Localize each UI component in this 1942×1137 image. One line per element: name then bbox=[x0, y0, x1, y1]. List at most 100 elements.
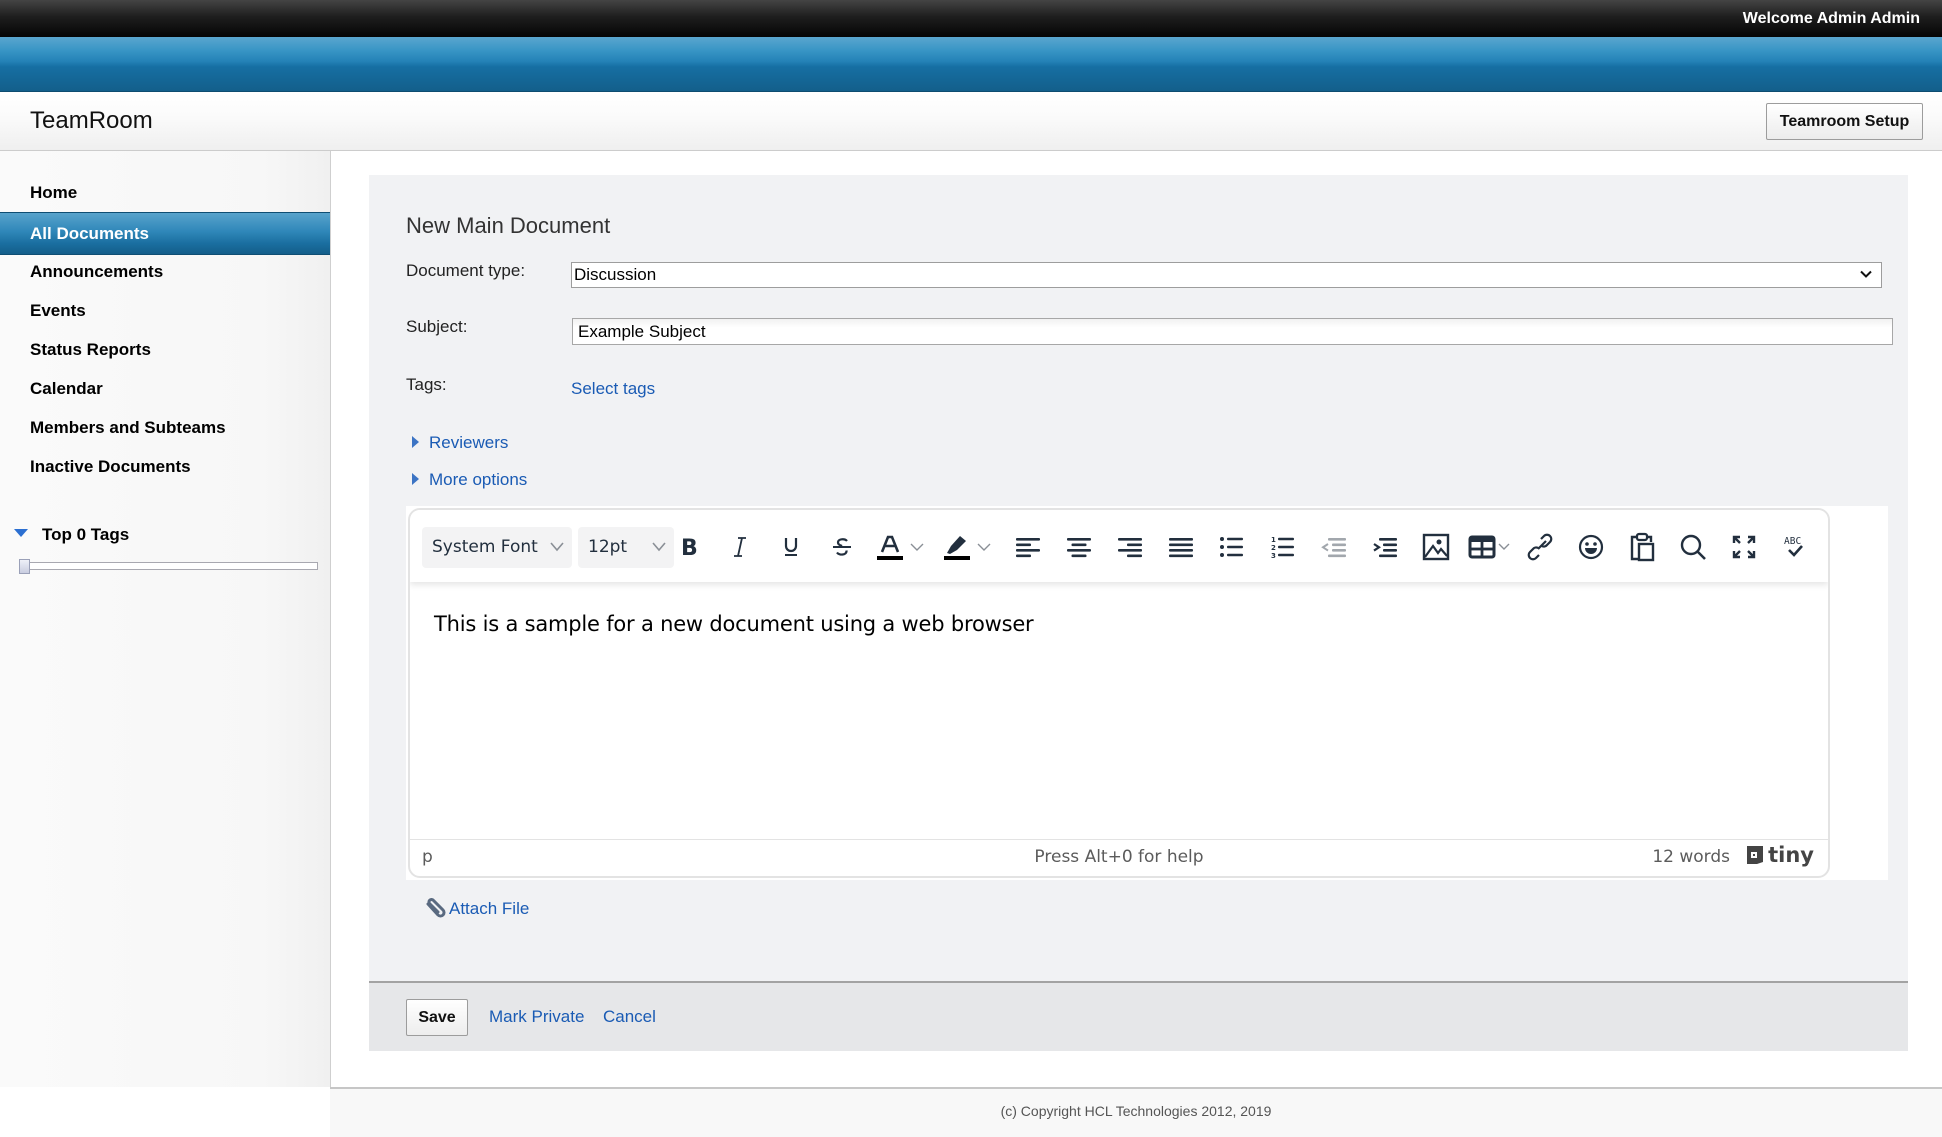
table-button[interactable] bbox=[1468, 530, 1522, 564]
chevron-down-icon bbox=[910, 543, 924, 551]
svg-text:2: 2 bbox=[1271, 544, 1276, 552]
italic-button[interactable] bbox=[723, 530, 757, 564]
chevron-down-icon bbox=[1860, 270, 1872, 278]
bullet-list-icon bbox=[1220, 537, 1243, 557]
editor-content[interactable]: This is a sample for a new document usin… bbox=[434, 612, 1034, 636]
top-bar: Welcome Admin Admin bbox=[0, 0, 1942, 37]
indent-button[interactable] bbox=[1368, 530, 1402, 564]
numbered-list-button[interactable]: 123 bbox=[1266, 530, 1300, 564]
word-count[interactable]: 12 words bbox=[1652, 847, 1730, 867]
tag-slider-handle[interactable] bbox=[19, 559, 30, 574]
text-color-icon bbox=[877, 535, 903, 560]
expand-triangle-icon bbox=[412, 436, 419, 448]
insert-emoji-button[interactable] bbox=[1574, 530, 1608, 564]
align-right-icon bbox=[1118, 538, 1142, 558]
align-right-button[interactable] bbox=[1113, 530, 1147, 564]
select-tags-link[interactable]: Select tags bbox=[571, 379, 655, 399]
header: TeamRoom Teamroom Setup bbox=[0, 92, 1942, 151]
document-type-label: Document type: bbox=[406, 261, 526, 280]
svg-text:1: 1 bbox=[1271, 536, 1276, 544]
subject-input[interactable] bbox=[572, 318, 1893, 345]
emoji-icon bbox=[1578, 534, 1604, 560]
insert-image-button[interactable] bbox=[1419, 530, 1453, 564]
paperclip-icon bbox=[426, 898, 446, 918]
svg-text:B: B bbox=[681, 536, 698, 559]
bullet-list-button[interactable] bbox=[1215, 530, 1249, 564]
more-options-label: More options bbox=[429, 470, 528, 489]
editor-toolbar: System Font 12pt B 1 2 3 ABC bbox=[410, 510, 1828, 582]
banner bbox=[0, 37, 1942, 92]
attach-file-link[interactable]: Attach File bbox=[425, 898, 529, 920]
sidebar-item-home[interactable]: Home bbox=[0, 173, 330, 213]
fullscreen-button[interactable] bbox=[1727, 530, 1761, 564]
italic-icon bbox=[734, 537, 746, 557]
sidebar-item-all-documents[interactable]: All Documents bbox=[0, 212, 330, 255]
tags-label: Tags: bbox=[406, 375, 447, 394]
paste-button[interactable] bbox=[1625, 530, 1659, 564]
underline-icon bbox=[784, 538, 798, 556]
svg-text:3: 3 bbox=[1271, 552, 1276, 559]
highlight-color-button[interactable] bbox=[941, 530, 997, 564]
top-tags-heading: Top 0 Tags bbox=[42, 525, 130, 544]
align-center-button[interactable] bbox=[1062, 530, 1096, 564]
editor-statusbar: p Press Alt+0 for help 12 words tiny bbox=[410, 839, 1828, 876]
teamroom-setup-button[interactable]: Teamroom Setup bbox=[1766, 103, 1923, 140]
app-title: TeamRoom bbox=[30, 107, 153, 134]
chevron-down-icon bbox=[977, 543, 991, 551]
sidebar-item-events[interactable]: Events bbox=[0, 291, 330, 331]
chevron-down-icon bbox=[550, 542, 564, 552]
font-family-select[interactable]: System Font bbox=[422, 527, 572, 568]
align-left-button[interactable] bbox=[1011, 530, 1045, 564]
text-color-button[interactable] bbox=[874, 530, 930, 564]
expand-triangle-icon bbox=[412, 473, 419, 485]
insert-link-button[interactable] bbox=[1523, 530, 1557, 564]
outdent-button[interactable] bbox=[1317, 530, 1351, 564]
spellcheck-button[interactable]: ABC bbox=[1778, 530, 1812, 564]
sidebar-item-calendar[interactable]: Calendar bbox=[0, 369, 330, 409]
editor-container: System Font 12pt B 1 2 3 ABC This is a s… bbox=[406, 506, 1888, 880]
document-type-value: Discussion bbox=[574, 265, 657, 284]
tiny-brand-link[interactable]: tiny bbox=[1743, 843, 1814, 867]
rich-text-editor: System Font 12pt B 1 2 3 ABC This is a s… bbox=[408, 508, 1830, 878]
align-left-icon bbox=[1016, 538, 1040, 558]
top-tags-toggle[interactable]: Top 0 Tags bbox=[14, 525, 129, 545]
subject-label: Subject: bbox=[406, 317, 468, 336]
welcome-text: Welcome Admin Admin bbox=[1742, 10, 1920, 27]
form-actions: Save Mark Private Cancel bbox=[369, 981, 1908, 1051]
spellcheck-icon: ABC bbox=[1784, 536, 1803, 557]
fullscreen-icon bbox=[1732, 535, 1756, 559]
reviewers-expander[interactable]: Reviewers bbox=[412, 433, 508, 453]
chevron-down-icon bbox=[652, 542, 666, 552]
tiny-logo-icon bbox=[1747, 846, 1764, 864]
search-icon bbox=[1680, 534, 1706, 560]
sidebar-item-members-and-subteams[interactable]: Members and Subteams bbox=[0, 408, 330, 448]
sidebar-item-status-reports[interactable]: Status Reports bbox=[0, 330, 330, 370]
align-justify-button[interactable] bbox=[1164, 530, 1198, 564]
save-button[interactable]: Save bbox=[406, 999, 468, 1036]
tag-slider[interactable] bbox=[19, 559, 318, 574]
teamroom-app: Welcome Admin Admin TeamRoom Teamroom Se… bbox=[0, 0, 1942, 1137]
link-icon bbox=[1527, 533, 1553, 561]
table-icon bbox=[1468, 535, 1496, 559]
more-options-expander[interactable]: More options bbox=[412, 470, 527, 490]
sidebar-item-announcements[interactable]: Announcements bbox=[0, 252, 330, 292]
strikethrough-button[interactable] bbox=[825, 530, 859, 564]
cancel-link[interactable]: Cancel bbox=[603, 1007, 656, 1027]
font-size-select[interactable]: 12pt bbox=[578, 527, 674, 568]
strikethrough-icon bbox=[833, 538, 851, 556]
numbered-list-icon: 123 bbox=[1271, 536, 1294, 559]
collapse-triangle-icon bbox=[14, 529, 28, 537]
bold-button[interactable]: B bbox=[672, 530, 706, 564]
underline-button[interactable] bbox=[774, 530, 808, 564]
mark-private-link[interactable]: Mark Private bbox=[489, 1007, 584, 1027]
document-type-select[interactable]: Discussion bbox=[571, 262, 1882, 288]
align-center-icon bbox=[1067, 538, 1091, 558]
font-size-value: 12pt bbox=[588, 537, 628, 557]
indent-icon bbox=[1373, 538, 1397, 558]
highlight-color-icon bbox=[944, 536, 970, 560]
help-hint: Press Alt+0 for help bbox=[1034, 847, 1204, 867]
page-footer: (c) Copyright HCL Technologies 2012, 201… bbox=[330, 1087, 1942, 1137]
search-replace-button[interactable] bbox=[1676, 530, 1710, 564]
align-justify-icon bbox=[1169, 538, 1193, 558]
sidebar-item-inactive-documents[interactable]: Inactive Documents bbox=[0, 447, 330, 487]
